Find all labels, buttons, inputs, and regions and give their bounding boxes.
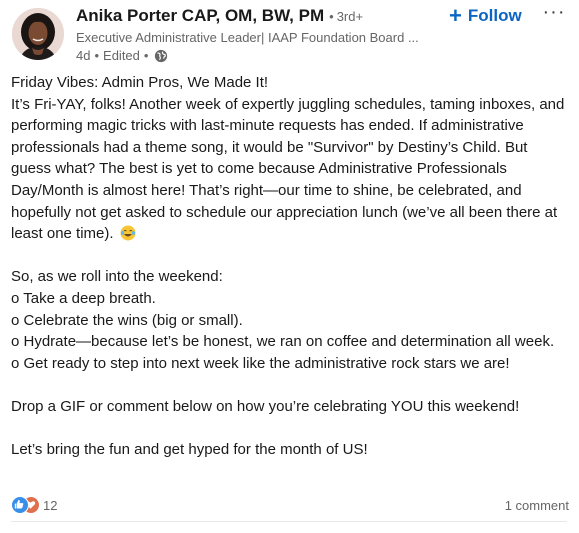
follow-label: Follow bbox=[467, 6, 522, 25]
author-avatar[interactable] bbox=[12, 8, 64, 60]
separator-dot: • bbox=[143, 48, 149, 63]
like-icon bbox=[11, 496, 29, 514]
post-paragraph-text: It’s Fri-YAY, folks! Another week of exp… bbox=[11, 95, 565, 243]
avatar-photo-icon bbox=[12, 8, 64, 60]
degree-label: 3rd+ bbox=[336, 9, 364, 24]
post-title: Friday Vibes: Admin Pros, We Made It! bbox=[11, 74, 269, 91]
post-line: So, as we roll into the weekend: bbox=[11, 268, 223, 286]
bullet-item: o Take a deep breath. bbox=[11, 289, 156, 307]
reactions-summary[interactable]: 12 bbox=[11, 496, 57, 514]
post-body: Friday Vibes: Admin Pros, We Made It! It… bbox=[11, 72, 571, 461]
laughing-tears-emoji-icon bbox=[120, 225, 136, 241]
reaction-icons bbox=[11, 496, 41, 514]
post-paragraph: It’s Fri-YAY, folks! Another week of exp… bbox=[11, 94, 571, 245]
globe-icon bbox=[154, 49, 168, 63]
author-name[interactable]: Anika Porter CAP, OM, BW, PM bbox=[76, 6, 324, 26]
bullet-item: o Celebrate the wins (big or small). bbox=[11, 311, 243, 329]
edited-label: Edited bbox=[103, 48, 140, 63]
bullet-item: o Get ready to step into next week like … bbox=[11, 354, 510, 372]
comment-count-link[interactable]: 1 comment bbox=[505, 498, 569, 513]
separator-dot: • bbox=[94, 48, 100, 63]
plus-icon: + bbox=[449, 3, 462, 28]
author-meta: Anika Porter CAP, OM, BW, PM • 3rd+ Execu… bbox=[76, 6, 446, 63]
post-timestamp-row: 4d • Edited • bbox=[76, 48, 446, 63]
degree-dot: • bbox=[329, 9, 334, 24]
post-time: 4d bbox=[76, 48, 91, 63]
post-line: Drop a GIF or comment below on how you’r… bbox=[11, 397, 520, 415]
more-options-icon[interactable]: ··· bbox=[541, 2, 567, 26]
connection-degree: • 3rd+ bbox=[329, 9, 363, 24]
reaction-count: 12 bbox=[43, 497, 58, 513]
divider bbox=[11, 521, 567, 522]
author-headline: Executive Administrative Leader| IAAP Fo… bbox=[76, 30, 419, 45]
follow-button[interactable]: + Follow bbox=[449, 5, 522, 27]
social-counts: 12 1 comment bbox=[11, 494, 569, 516]
feed-post: Anika Porter CAP, OM, BW, PM • 3rd+ Execu… bbox=[0, 0, 579, 533]
bullet-item: o Hydrate—because let’s be honest, we ra… bbox=[11, 333, 555, 351]
post-line: Let’s bring the fun and get hyped for th… bbox=[11, 441, 368, 459]
post-header: Anika Porter CAP, OM, BW, PM • 3rd+ Execu… bbox=[0, 0, 579, 70]
